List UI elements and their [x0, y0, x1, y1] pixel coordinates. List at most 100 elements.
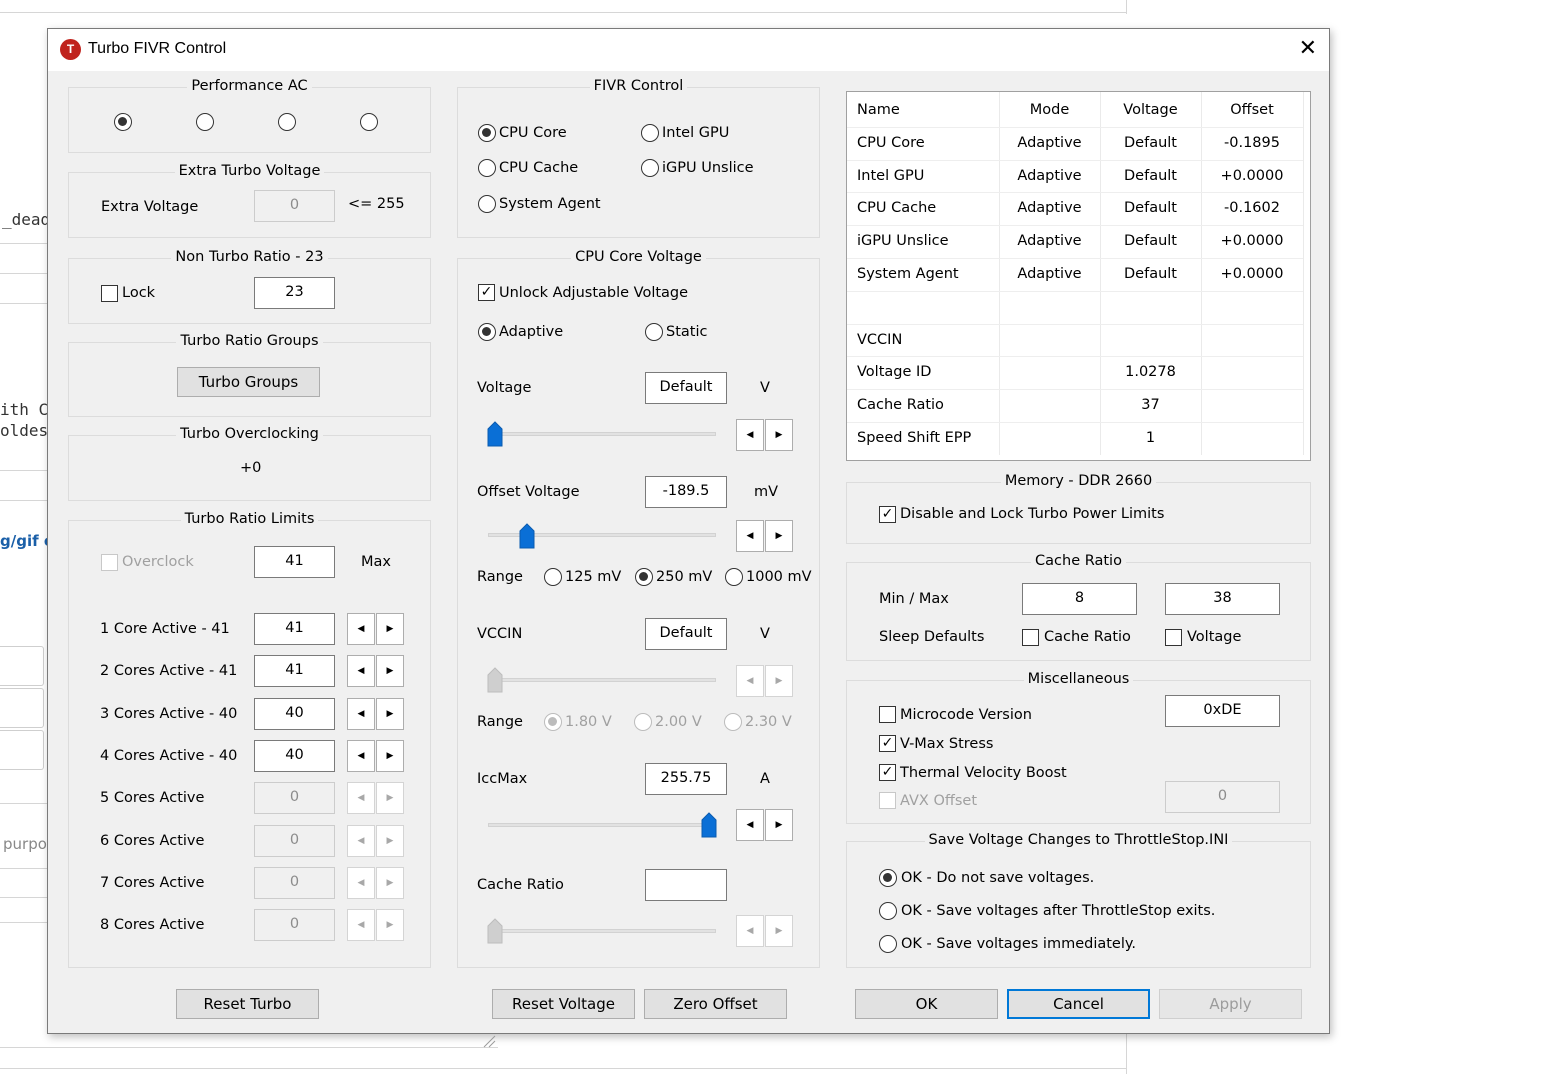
- performance-ac-radio-4[interactable]: [360, 113, 378, 131]
- microcode-version-input[interactable]: 0xDE: [1165, 695, 1280, 727]
- cache-ratio-max-input[interactable]: 38: [1165, 583, 1280, 615]
- turbo-groups-button[interactable]: Turbo Groups: [177, 367, 320, 397]
- core-ratio-spinner[interactable]: ◀ ▶: [347, 698, 405, 730]
- performance-ac-radio-1[interactable]: [114, 113, 132, 131]
- offset-voltage-input[interactable]: -189.5: [645, 476, 727, 508]
- core-ratio-input[interactable]: 0: [254, 867, 335, 899]
- decrease-icon[interactable]: ◀: [736, 520, 764, 552]
- save-option-radio-2[interactable]: [879, 902, 897, 920]
- decrease-icon[interactable]: ◀: [347, 655, 375, 687]
- decrease-icon[interactable]: ◀: [736, 665, 764, 697]
- increase-icon[interactable]: ▶: [376, 740, 404, 772]
- decrease-icon[interactable]: ◀: [347, 782, 375, 814]
- decrease-icon[interactable]: ◀: [736, 915, 764, 947]
- apply-button[interactable]: Apply: [1159, 989, 1302, 1019]
- increase-icon[interactable]: ▶: [376, 825, 404, 857]
- unlock-voltage-checkbox[interactable]: ✓: [478, 284, 495, 301]
- core-ratio-input[interactable]: 0: [254, 909, 335, 941]
- sleep-voltage-checkbox[interactable]: [1165, 629, 1182, 646]
- performance-ac-radio-3[interactable]: [278, 113, 296, 131]
- range-1000mv-radio[interactable]: [725, 568, 743, 586]
- fivr-igpu-unslice-radio[interactable]: [641, 159, 659, 177]
- fivr-cpu-cache-radio[interactable]: [478, 159, 496, 177]
- background-field[interactable]: [0, 730, 44, 770]
- decrease-icon[interactable]: ◀: [347, 909, 375, 941]
- increase-icon[interactable]: ▶: [376, 613, 404, 645]
- core-ratio-input[interactable]: 41: [254, 655, 335, 687]
- thermal-velocity-boost-checkbox[interactable]: ✓: [879, 764, 896, 781]
- performance-ac-radio-2[interactable]: [196, 113, 214, 131]
- lock-checkbox[interactable]: [101, 285, 118, 302]
- increase-icon[interactable]: ▶: [376, 698, 404, 730]
- ok-button[interactable]: OK: [855, 989, 998, 1019]
- vccin-slider-track[interactable]: [488, 678, 716, 682]
- decrease-icon[interactable]: ◀: [736, 419, 764, 451]
- zero-offset-button[interactable]: Zero Offset: [644, 989, 787, 1019]
- core-ratio-spinner[interactable]: ◀ ▶: [347, 825, 405, 857]
- avx-offset-checkbox[interactable]: [879, 792, 896, 809]
- core-ratio-spinner[interactable]: ◀ ▶: [347, 613, 405, 645]
- vmax-stress-checkbox[interactable]: ✓: [879, 735, 896, 752]
- increase-icon[interactable]: ▶: [765, 915, 793, 947]
- iccmax-slider-thumb[interactable]: [701, 812, 717, 838]
- voltage-slider-track[interactable]: [488, 432, 716, 436]
- save-option-radio-3[interactable]: [879, 935, 897, 953]
- overclock-value-input[interactable]: 41: [254, 546, 335, 578]
- decrease-icon[interactable]: ◀: [347, 867, 375, 899]
- range-200v-radio[interactable]: [634, 713, 652, 731]
- resize-grip-icon[interactable]: [482, 1034, 496, 1048]
- offset-slider-thumb[interactable]: [519, 523, 535, 549]
- cache-ratio-slider-track[interactable]: [488, 929, 716, 933]
- decrease-icon[interactable]: ◀: [347, 825, 375, 857]
- increase-icon[interactable]: ▶: [376, 782, 404, 814]
- fivr-system-agent-radio[interactable]: [478, 195, 496, 213]
- background-field[interactable]: [0, 688, 44, 728]
- cache-ratio-spinner[interactable]: ◀ ▶: [736, 915, 794, 947]
- vccin-spinner[interactable]: ◀ ▶: [736, 665, 794, 697]
- close-icon[interactable]: ✕: [1299, 35, 1317, 63]
- core-ratio-spinner[interactable]: ◀ ▶: [347, 740, 405, 772]
- voltage-input[interactable]: Default: [645, 372, 727, 404]
- decrease-icon[interactable]: ◀: [347, 698, 375, 730]
- core-ratio-input[interactable]: 41: [254, 613, 335, 645]
- reset-voltage-button[interactable]: Reset Voltage: [492, 989, 635, 1019]
- vccin-input[interactable]: Default: [645, 618, 727, 650]
- decrease-icon[interactable]: ◀: [347, 613, 375, 645]
- fivr-cpu-core-radio[interactable]: [478, 124, 496, 142]
- increase-icon[interactable]: ▶: [765, 419, 793, 451]
- core-ratio-input[interactable]: 0: [254, 825, 335, 857]
- core-ratio-spinner[interactable]: ◀ ▶: [347, 782, 405, 814]
- cancel-button[interactable]: Cancel: [1007, 989, 1150, 1019]
- static-radio[interactable]: [645, 323, 663, 341]
- voltage-spinner[interactable]: ◀ ▶: [736, 419, 794, 451]
- iccmax-input[interactable]: 255.75: [645, 763, 727, 795]
- microcode-version-checkbox[interactable]: [879, 706, 896, 723]
- save-option-radio-1[interactable]: [879, 869, 897, 887]
- avx-offset-input[interactable]: 0: [1165, 781, 1280, 813]
- voltage-slider-thumb[interactable]: [487, 421, 503, 447]
- reset-turbo-button[interactable]: Reset Turbo: [176, 989, 319, 1019]
- range-250mv-radio[interactable]: [635, 568, 653, 586]
- disable-lock-power-limits-checkbox[interactable]: ✓: [879, 506, 896, 523]
- increase-icon[interactable]: ▶: [376, 655, 404, 687]
- iccmax-slider-track[interactable]: [488, 823, 716, 827]
- increase-icon[interactable]: ▶: [765, 665, 793, 697]
- adaptive-radio[interactable]: [478, 323, 496, 341]
- core-ratio-spinner[interactable]: ◀ ▶: [347, 909, 405, 941]
- increase-icon[interactable]: ▶: [376, 867, 404, 899]
- range-230v-radio[interactable]: [724, 713, 742, 731]
- increase-icon[interactable]: ▶: [765, 809, 793, 841]
- extra-voltage-input[interactable]: 0: [254, 190, 335, 222]
- increase-icon[interactable]: ▶: [376, 909, 404, 941]
- offset-spinner[interactable]: ◀ ▶: [736, 520, 794, 552]
- decrease-icon[interactable]: ◀: [736, 809, 764, 841]
- core-ratio-input[interactable]: 0: [254, 782, 335, 814]
- non-turbo-ratio-input[interactable]: 23: [254, 277, 335, 309]
- cache-ratio-min-input[interactable]: 8: [1022, 583, 1137, 615]
- range-180v-radio[interactable]: [544, 713, 562, 731]
- sleep-cache-ratio-checkbox[interactable]: [1022, 629, 1039, 646]
- range-125mv-radio[interactable]: [544, 568, 562, 586]
- increase-icon[interactable]: ▶: [765, 520, 793, 552]
- fivr-intel-gpu-radio[interactable]: [641, 124, 659, 142]
- core-ratio-input[interactable]: 40: [254, 698, 335, 730]
